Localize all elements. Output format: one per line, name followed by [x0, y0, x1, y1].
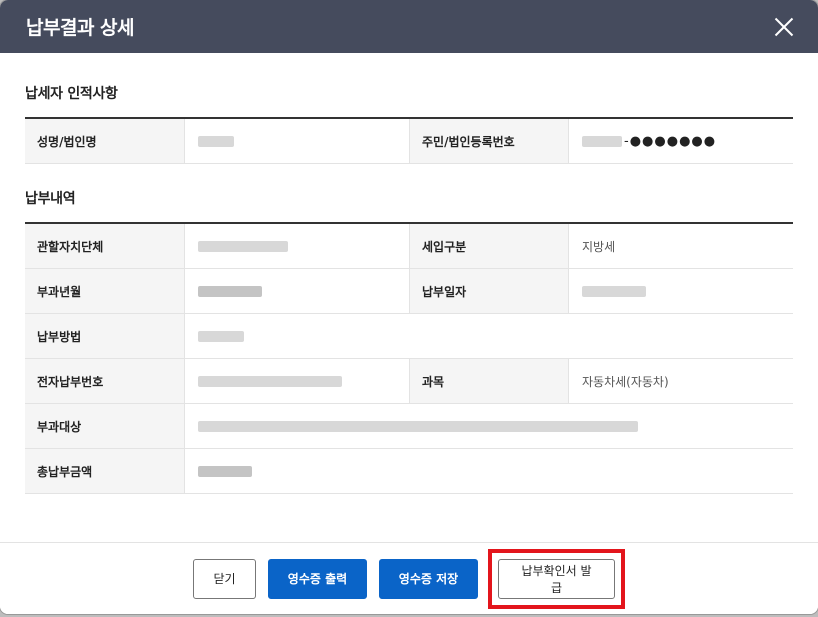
levy-month-value — [185, 269, 409, 313]
payment-result-modal: 납부결과 상세 납세자 인적사항 성명/법인명 주민/법인등록번호 -●●●●●… — [0, 0, 818, 614]
redacted-id-prefix — [582, 135, 622, 147]
id-label: 주민/법인등록번호 — [409, 119, 569, 163]
redacted-payment-date — [582, 285, 646, 297]
modal-header: 납부결과 상세 — [0, 0, 818, 53]
issue-certificate-button[interactable]: 납부확인서 발급 — [498, 558, 615, 599]
table-row: 전자납부번호 과목 자동차세(자동차) — [25, 359, 793, 404]
total-value — [185, 449, 793, 493]
revenue-type-label: 세입구분 — [409, 224, 569, 268]
method-label: 납부방법 — [25, 314, 185, 358]
id-value: -●●●●●●● — [569, 119, 793, 163]
target-value — [185, 404, 793, 448]
levy-month-label: 부과년월 — [25, 269, 185, 313]
epay-number-label: 전자납부번호 — [25, 359, 185, 403]
print-receipt-button[interactable]: 영수증 출력 — [268, 558, 367, 599]
close-icon[interactable] — [772, 15, 796, 39]
table-row: 성명/법인명 주민/법인등록번호 -●●●●●●● — [25, 119, 793, 164]
payment-date-value — [569, 269, 793, 313]
redacted-total — [198, 465, 252, 477]
payment-table: 관할자치단체 세입구분 지방세 부과년월 납부일자 납부방법 전자납부번호 과목… — [25, 222, 793, 494]
modal-footer: 닫기 영수증 출력 영수증 저장 납부확인서 발급 — [0, 542, 818, 614]
close-button[interactable]: 닫기 — [193, 558, 256, 599]
method-value — [185, 314, 793, 358]
redacted-levy-month — [198, 285, 262, 297]
redacted-target — [198, 420, 638, 432]
payment-section-title: 납부내역 — [25, 191, 76, 207]
save-receipt-button[interactable]: 영수증 저장 — [379, 558, 478, 599]
subject-label: 과목 — [409, 359, 569, 403]
revenue-type-value: 지방세 — [582, 239, 616, 254]
redacted-epay-number — [198, 375, 342, 387]
table-row: 관할자치단체 세입구분 지방세 — [25, 224, 793, 269]
modal-title: 납부결과 상세 — [26, 17, 135, 39]
id-masked-suffix: -●●●●●●● — [624, 133, 717, 149]
target-label: 부과대상 — [25, 404, 185, 448]
taxpayer-section-title: 납세자 인적사항 — [25, 86, 118, 102]
table-row: 납부방법 — [25, 314, 793, 359]
subject-value: 자동차세(자동차) — [582, 374, 669, 389]
total-label: 총납부금액 — [25, 449, 185, 493]
table-row: 부과대상 — [25, 404, 793, 449]
highlight-box: 납부확인서 발급 — [488, 548, 625, 609]
name-label: 성명/법인명 — [25, 119, 185, 163]
jurisdiction-value — [185, 224, 409, 268]
table-row: 부과년월 납부일자 — [25, 269, 793, 314]
epay-number-value — [185, 359, 409, 403]
redacted-method — [198, 330, 244, 342]
payment-date-label: 납부일자 — [409, 269, 569, 313]
redacted-name — [198, 135, 234, 147]
modal-body: 납세자 인적사항 성명/법인명 주민/법인등록번호 -●●●●●●● 납부내역 … — [0, 53, 818, 541]
taxpayer-table: 성명/법인명 주민/법인등록번호 -●●●●●●● — [25, 117, 793, 164]
name-value — [185, 119, 409, 163]
redacted-jurisdiction — [198, 240, 288, 252]
table-row: 총납부금액 — [25, 449, 793, 494]
jurisdiction-label: 관할자치단체 — [25, 224, 185, 268]
